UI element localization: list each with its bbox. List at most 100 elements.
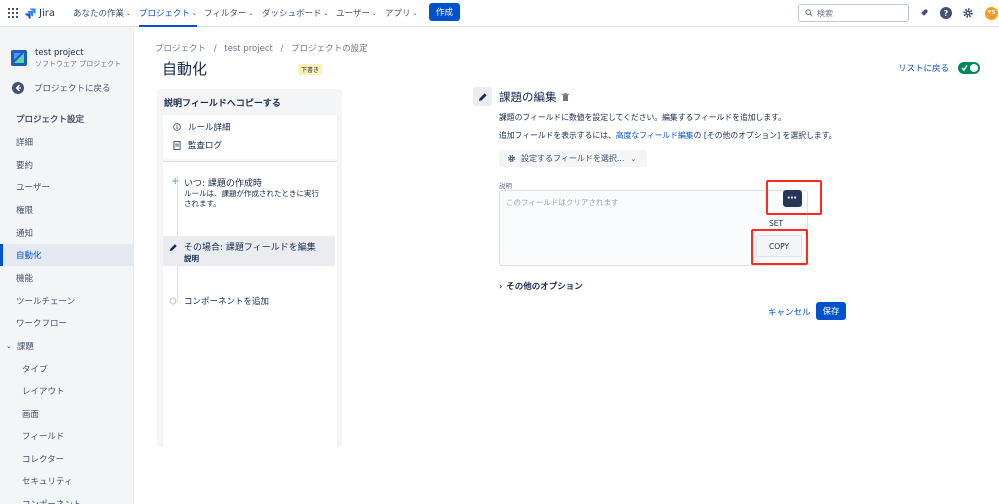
help-icon[interactable]: ?	[940, 0, 952, 26]
add-circle-icon	[169, 297, 177, 305]
project-header[interactable]: test project ソフトウェア プロジェクト	[0, 45, 133, 71]
breadcrumb: プロジェクト / test project / プロジェクトの設定	[155, 42, 368, 54]
avatar-initials: YS	[985, 6, 998, 20]
sidebar-item-notifications[interactable]: 通知	[0, 222, 133, 244]
chevron-down-icon: ⌄	[323, 9, 329, 17]
svg-text:?: ?	[944, 9, 949, 18]
audit-log-link[interactable]: 監査ログ	[173, 139, 222, 151]
sidebar-item-layout[interactable]: レイアウト	[0, 380, 133, 402]
sidebar-item-workflows[interactable]: ワークフロー	[0, 312, 133, 334]
plus-icon: +	[171, 176, 180, 187]
breadcrumb-separator: /	[280, 44, 284, 54]
edit-issue-icon-box	[473, 87, 492, 106]
project-settings-heading: プロジェクト設定	[16, 115, 85, 125]
action-component[interactable]: その場合: 課題フィールドを編集 説明	[163, 236, 335, 266]
sidebar-item-automation[interactable]: 自動化	[0, 244, 133, 266]
arrow-left-icon	[12, 82, 24, 94]
project-sidebar: test project ソフトウェア プロジェクト プロジェクトに戻る プロジ…	[0, 27, 134, 504]
rule-components-card: + いつ: 課題の作成時 ルールは、課題が作成されたときに実行 されます。 その…	[163, 161, 337, 451]
app-switcher-icon[interactable]	[8, 0, 18, 26]
notifications-icon[interactable]	[918, 0, 929, 26]
nav-people[interactable]: ユーザー ⌄	[336, 0, 377, 26]
rule-details-label: ルール詳細	[188, 123, 231, 133]
description-placeholder: このフィールドはクリアされます	[506, 198, 619, 207]
more-options-label: その他のオプション	[506, 282, 583, 292]
add-component-label: コンポーネントを追加	[184, 297, 270, 307]
create-button[interactable]: 作成	[429, 3, 461, 21]
nav-projects[interactable]: プロジェクト ⌄	[139, 0, 198, 27]
chevron-down-icon: ⌄	[126, 9, 132, 17]
nav-label: アプリ	[385, 9, 411, 19]
jira-logo[interactable]: Jira	[25, 0, 55, 26]
jira-logo-text: Jira	[39, 7, 55, 19]
field-selector-label: 設定するフィールドを選択...	[521, 154, 625, 163]
sidebar-item-summary[interactable]: 要約	[0, 154, 133, 176]
add-component-button[interactable]: コンポーネントを追加	[169, 295, 269, 307]
audit-log-label: 監査ログ	[188, 141, 223, 151]
search-icon	[805, 9, 813, 17]
back-to-project-link[interactable]: プロジェクトに戻る	[0, 79, 133, 97]
breadcrumb-project[interactable]: test project	[224, 44, 273, 54]
breadcrumb-projects[interactable]: プロジェクト	[155, 44, 206, 54]
nav-apps[interactable]: アプリ ⌄	[385, 0, 418, 26]
jira-icon	[25, 7, 36, 19]
advanced-field-editing-link[interactable]: 高度なフィールド編集	[616, 131, 694, 140]
project-icon	[11, 50, 27, 66]
set-option[interactable]: SET	[769, 219, 783, 228]
sidebar-item-issue-types[interactable]: タイプ	[0, 358, 133, 380]
more-options-toggle[interactable]: › その他のオプション	[499, 280, 583, 292]
trigger-description-line: ルールは、課題が作成されたときに実行	[184, 189, 319, 198]
trash-icon	[562, 93, 569, 101]
checkmark-icon	[961, 65, 968, 72]
info-icon	[173, 123, 181, 131]
sidebar-item-features[interactable]: 機能	[0, 267, 133, 289]
rule-links-card: ルール詳細 監査ログ	[163, 115, 337, 159]
search-placeholder: 検索	[817, 8, 833, 18]
chevron-down-icon: ⌄	[192, 9, 198, 17]
nav-dashboards[interactable]: ダッシュボード ⌄	[262, 0, 329, 26]
sidebar-item-users[interactable]: ユーザー	[0, 176, 133, 198]
user-avatar[interactable]: YS	[985, 0, 998, 26]
copy-option[interactable]: COPY	[756, 235, 802, 257]
sidebar-item-fields[interactable]: フィールド	[0, 425, 133, 447]
pencil-icon	[478, 92, 487, 101]
pencil-icon	[169, 244, 177, 252]
hint-suffix: の [その他のオプション] を選択します。	[693, 131, 837, 140]
save-button[interactable]: 保存	[816, 302, 846, 320]
field-selector-dropdown[interactable]: 設定するフィールドを選択... ⌄	[499, 150, 647, 167]
sidebar-group-issues[interactable]: ⌄ 課題	[0, 335, 133, 357]
chevron-down-icon: ⌄	[412, 9, 418, 17]
rule-enabled-toggle[interactable]	[958, 62, 980, 74]
delete-component-button[interactable]	[562, 93, 569, 104]
sidebar-item-toolchain[interactable]: ツールチェーン	[0, 290, 133, 312]
sidebar-item-security[interactable]: セキュリティ	[0, 470, 133, 492]
hint-prefix: 追加フィールドを表示するには、	[499, 131, 616, 140]
sidebar-item-permissions[interactable]: 権限	[0, 199, 133, 221]
editor-title: 課題の編集	[499, 90, 557, 104]
trigger-component[interactable]: + いつ: 課題の作成時 ルールは、課題が作成されたときに実行 されます。	[163, 168, 337, 212]
chevron-down-icon: ⌄	[248, 9, 254, 17]
trigger-description: ルールは、課題が作成されたときに実行 されます。	[184, 189, 336, 209]
search-input[interactable]: 検索	[798, 4, 909, 22]
sidebar-item-details[interactable]: 詳細	[0, 131, 133, 153]
cancel-button[interactable]: キャンセル	[768, 306, 811, 318]
sidebar-item-screens[interactable]: 画面	[0, 403, 133, 425]
nav-filters[interactable]: フィルター ⌄	[204, 0, 253, 26]
nav-your-work[interactable]: あなたの作業 ⌄	[73, 0, 131, 26]
top-navigation: Jira あなたの作業 ⌄ プロジェクト ⌄ フィルター ⌄ ダッシュボード ⌄ ユーザ…	[0, 0, 999, 27]
nav-label: プロジェクト	[139, 9, 191, 19]
rule-details-link[interactable]: ルール詳細	[173, 121, 231, 133]
back-to-list-link[interactable]: リストに戻る	[898, 62, 949, 74]
breadcrumb-separator: /	[213, 44, 217, 54]
sidebar-item-collectors[interactable]: コレクター	[0, 448, 133, 470]
chevron-down-icon: ⌄	[630, 154, 637, 163]
active-indicator	[139, 25, 198, 27]
trigger-description-line: されます。	[184, 199, 221, 208]
document-icon	[173, 140, 181, 150]
settings-gear-icon[interactable]	[962, 0, 974, 26]
more-actions-button[interactable]: ⋯	[783, 190, 802, 207]
chevron-down-icon: ⌄	[371, 9, 377, 17]
trigger-title: いつ: 課題の作成時	[184, 179, 262, 189]
sidebar-item-components[interactable]: コンポーネント	[0, 493, 133, 504]
breadcrumb-settings[interactable]: プロジェクトの設定	[291, 44, 368, 54]
